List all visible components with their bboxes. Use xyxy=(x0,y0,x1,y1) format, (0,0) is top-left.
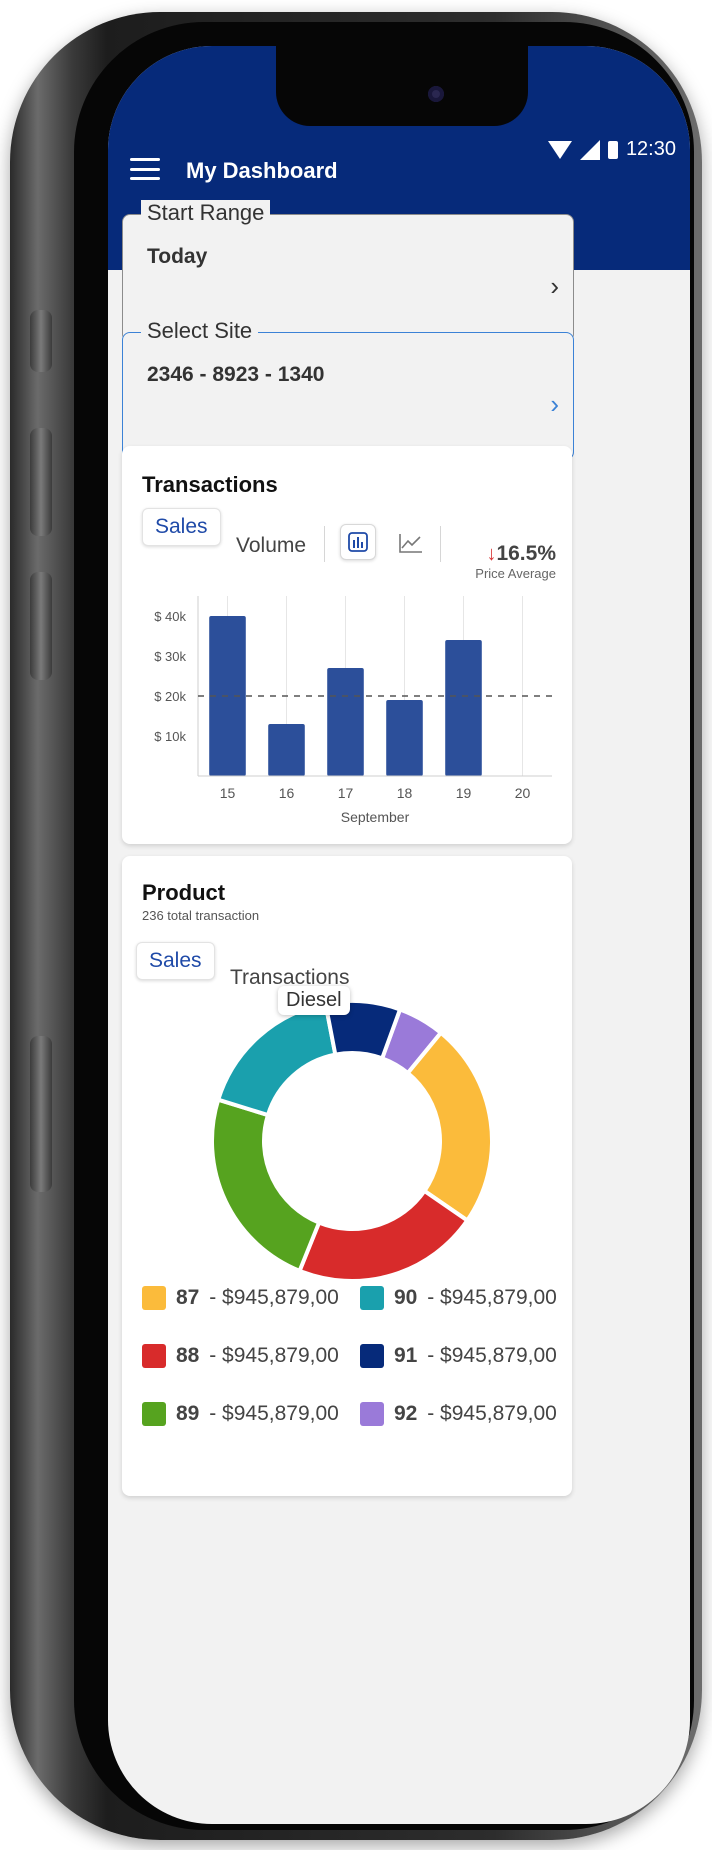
line-chart-icon[interactable] xyxy=(394,526,428,560)
volume-up-button xyxy=(30,428,52,536)
diesel-tooltip: Diesel xyxy=(278,986,350,1015)
legend-amount: $945,879,00 xyxy=(222,1286,339,1309)
legend-code: 90 xyxy=(394,1286,418,1309)
product-card: Product 236 total transaction Sales Tran… xyxy=(122,856,572,1496)
transactions-bar-chart: $ 10k $ 20k $ 30k $ 40k 15 16 17 18 19 20 Septembe… xyxy=(154,596,552,825)
transactions-title: Transactions xyxy=(142,472,278,497)
tab-volume[interactable]: Volume xyxy=(236,534,306,558)
donut-slice xyxy=(215,1001,338,1118)
camera-icon xyxy=(428,86,444,102)
legend-code: 91 xyxy=(394,1344,418,1367)
bar-chart-icon[interactable] xyxy=(340,524,376,560)
status-bar: 12:30 xyxy=(547,138,676,161)
x-tick-label: 16 xyxy=(279,785,295,801)
x-tick-label: 17 xyxy=(338,785,354,801)
bar xyxy=(445,640,482,776)
menu-icon[interactable] xyxy=(130,158,160,180)
legend-amount: $945,879,00 xyxy=(222,1344,339,1367)
battery-icon xyxy=(607,140,618,159)
power-button xyxy=(30,1036,52,1192)
bar xyxy=(386,700,423,776)
x-tick-label: 19 xyxy=(456,785,472,801)
legend-item: 87 - $945,879,00 xyxy=(142,1286,339,1310)
arrow-down-icon: ↓ xyxy=(486,543,497,565)
icon-divider xyxy=(440,526,441,562)
x-tick-label: 18 xyxy=(397,785,413,801)
legend-code: 92 xyxy=(394,1402,418,1425)
x-tick-label: 20 xyxy=(515,785,531,801)
donut-slice xyxy=(296,1188,471,1283)
legend-item: 90 - $945,879,00 xyxy=(360,1286,557,1310)
status-time: 12:30 xyxy=(625,138,676,160)
select-site-label: Select Site xyxy=(141,318,259,344)
y-tick-label: $ 20k xyxy=(154,689,186,704)
product-subtitle: 236 total transaction xyxy=(142,908,260,923)
start-range-value: Today xyxy=(147,245,208,268)
start-range-label: Start Range xyxy=(141,200,271,226)
bar xyxy=(268,724,305,776)
legend-swatch xyxy=(142,1286,166,1310)
cellular-signal-icon xyxy=(579,139,600,160)
price-average-indicator: ↓16.5% Price Average xyxy=(475,542,556,581)
chevron-right-icon: › xyxy=(550,271,559,301)
legend-code: 88 xyxy=(176,1344,200,1367)
x-axis-label: September xyxy=(341,809,410,825)
tab-divider xyxy=(324,526,325,562)
phone-screen: My Dashboard 12:30 Start Range Today › S… xyxy=(108,46,690,1824)
y-tick-label: $ 40k xyxy=(154,609,186,624)
legend-amount: $945,879,00 xyxy=(440,1286,557,1309)
legend-code: 87 xyxy=(176,1286,200,1309)
legend-swatch xyxy=(142,1402,166,1426)
y-tick-label: $ 10k xyxy=(154,729,186,744)
legend-swatch xyxy=(360,1402,384,1426)
x-tick-label: 15 xyxy=(220,785,236,801)
legend-swatch xyxy=(360,1344,384,1368)
price-average-label: Price Average xyxy=(475,566,556,581)
notch xyxy=(276,46,528,126)
price-change-value: 16.5% xyxy=(496,542,556,565)
legend-item: 88 - $945,879,00 xyxy=(142,1344,339,1368)
legend-item: 91 - $945,879,00 xyxy=(360,1344,557,1368)
tab-product-sales[interactable]: Sales xyxy=(136,942,215,980)
volume-down-button xyxy=(30,572,52,680)
mute-switch xyxy=(30,310,52,372)
donut-slice xyxy=(405,1030,494,1224)
legend-amount: $945,879,00 xyxy=(222,1402,339,1425)
legend-item: 92 - $945,879,00 xyxy=(360,1402,557,1426)
page-title: My Dashboard xyxy=(186,158,338,183)
legend-amount: $945,879,00 xyxy=(440,1344,557,1367)
product-title: Product xyxy=(142,880,226,905)
tab-sales[interactable]: Sales xyxy=(142,508,221,546)
bar xyxy=(327,668,364,776)
donut-slice xyxy=(210,1097,322,1274)
legend-swatch xyxy=(142,1344,166,1368)
select-site-value: 2346 - 8923 - 1340 xyxy=(147,363,325,386)
wifi-icon xyxy=(547,140,572,159)
select-site-field[interactable]: Select Site 2346 - 8923 - 1340 › xyxy=(122,318,574,460)
product-donut-chart xyxy=(210,999,494,1283)
chevron-right-icon: › xyxy=(550,389,559,419)
legend-swatch xyxy=(360,1286,384,1310)
legend-item: 89 - $945,879,00 xyxy=(142,1402,339,1426)
y-tick-label: $ 30k xyxy=(154,649,186,664)
legend-code: 89 xyxy=(176,1402,200,1425)
transactions-card: Transactions Sales Volume ↓16.5% Price A… xyxy=(122,446,572,844)
legend-amount: $945,879,00 xyxy=(440,1402,557,1425)
